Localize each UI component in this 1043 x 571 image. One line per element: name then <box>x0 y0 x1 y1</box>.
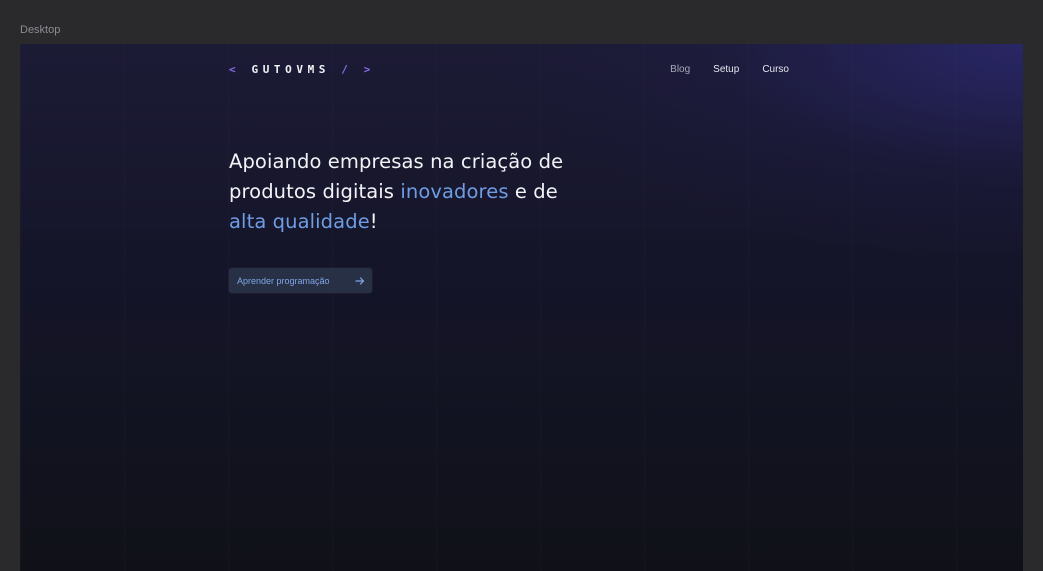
learn-programming-button[interactable]: Aprender programação <box>229 268 372 293</box>
logo-name: GUTOVMS <box>251 63 331 76</box>
background-grid <box>20 44 1023 571</box>
headline-accent-alta-qualidade: alta qualidade <box>229 210 370 233</box>
headline-line3-end: ! <box>369 210 378 233</box>
site-logo[interactable]: < GUTOVMS / > <box>229 63 375 76</box>
hero-headline: Apoiando empresas na criação de produtos … <box>229 147 589 237</box>
learn-programming-label: Aprender programação <box>237 275 330 286</box>
frame-label: Desktop <box>20 24 61 36</box>
nav-link-setup[interactable]: Setup <box>713 64 739 75</box>
headline-line2-end: e de <box>508 180 558 203</box>
arrow-right-icon <box>355 276 365 285</box>
headline-line1: Apoiando empresas na criação de <box>229 150 564 173</box>
site-header: < GUTOVMS / > Blog Setup Curso <box>229 63 789 79</box>
headline-accent-inovadores: inovadores <box>400 180 509 203</box>
headline-line2-start: produtos digitais <box>229 180 401 203</box>
desktop-frame: < GUTOVMS / > Blog Setup Curso Apoiando … <box>20 44 1023 571</box>
main-nav: Blog Setup Curso <box>647 64 789 75</box>
logo-close-bracket: / > <box>341 63 375 76</box>
hero-section: Apoiando empresas na criação de produtos … <box>229 147 589 237</box>
logo-open-bracket: < <box>229 63 241 76</box>
nav-link-curso[interactable]: Curso <box>762 64 789 75</box>
nav-link-blog[interactable]: Blog <box>670 64 690 75</box>
